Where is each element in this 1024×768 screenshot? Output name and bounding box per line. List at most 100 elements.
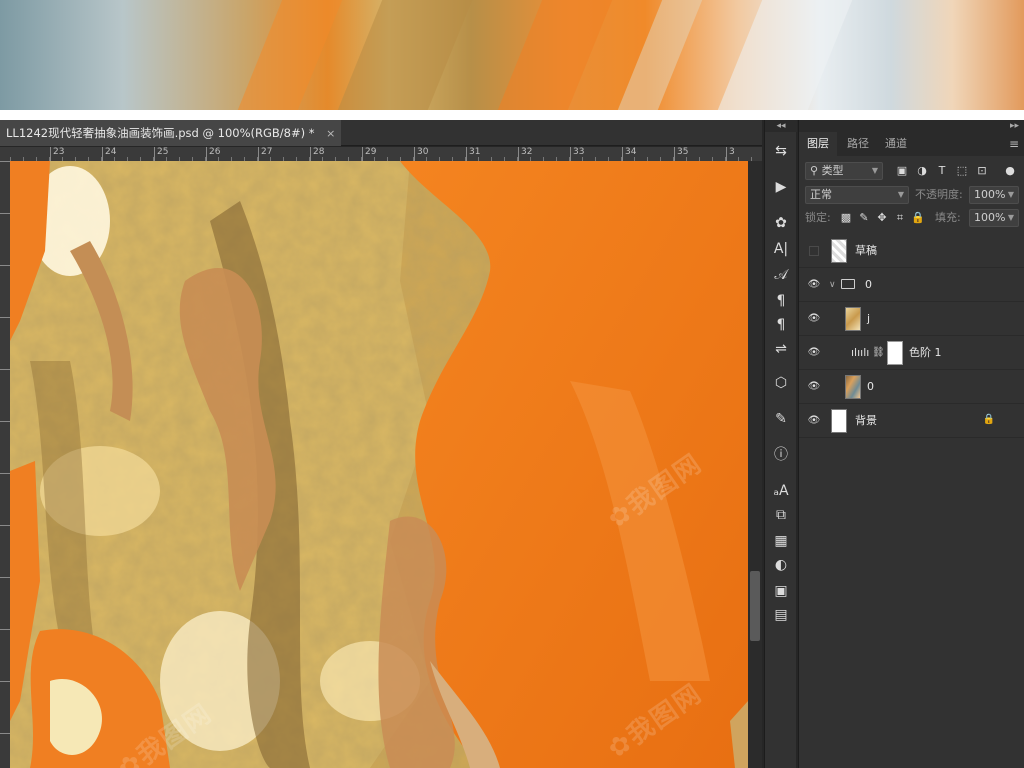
ruler-tick <box>0 733 10 734</box>
3d-icon[interactable]: ⬡ <box>769 372 793 394</box>
layer-name: 背景 <box>855 414 877 427</box>
layer-mask-thumbnail[interactable] <box>887 341 903 365</box>
glyphs-icon[interactable]: 𝒜 <box>769 264 793 286</box>
panel-icon-strip: ◂◂ ⇆ ▶ ✿ A| 𝒜 ¶ ¶ ⇌ ⬡ ✎ ⓘ ₐA ⧉ ▦ ◐ ▣ ▤ <box>764 120 797 768</box>
filter-smart-object-icon[interactable]: ⊡ <box>973 162 991 180</box>
levels-icon: ılıılı <box>851 346 870 359</box>
blend-row: 正常 ▼ 不透明度: 100% ▼ <box>803 186 1021 208</box>
layer-group-row[interactable]: 👁 ∨ 0 <box>799 268 1024 302</box>
clone-source-icon[interactable]: ⧉ <box>769 504 793 526</box>
document-tab-bar: LL1242现代轻奢抽象油画装饰画.psd @ 100%(RGB/8#) * × <box>0 120 762 146</box>
paint-streak <box>717 0 853 110</box>
layer-name: j <box>867 312 871 325</box>
blend-mode-value: 正常 <box>810 188 832 201</box>
collapse-strip-icon[interactable]: ◂◂ <box>765 120 797 132</box>
lock-artboard-icon[interactable]: ⌗ <box>891 209 909 227</box>
adjustments-icon[interactable]: ⇌ <box>769 338 793 360</box>
vertical-scrollbar[interactable] <box>748 161 762 768</box>
folder-icon <box>841 279 855 289</box>
document-canvas[interactable]: ✿我图网 ✿我图网 ✿我图网 <box>10 161 748 768</box>
chevron-down-icon: ▼ <box>897 190 904 199</box>
ruler-tick <box>0 473 10 474</box>
chain-link-icon[interactable]: ⛓ <box>872 336 885 370</box>
scrollbar-thumb[interactable] <box>750 571 760 641</box>
paragraph-icon[interactable]: ¶ <box>769 314 793 336</box>
paint-streak <box>237 0 343 110</box>
layer-row[interactable]: 👁 背景 🔒 <box>799 404 1024 438</box>
artwork-preview <box>0 0 1024 110</box>
adjustment-layer-icon[interactable]: ◐ <box>769 554 793 576</box>
chevron-down-icon: ▼ <box>1007 213 1014 222</box>
layer-filter-row: ⚲ 类型 ▼ ▣ ◑ T ⬚ ⊡ ● <box>803 162 1021 184</box>
eye-icon[interactable]: 👁 <box>807 380 821 394</box>
layer-row[interactable]: 👁 ılıılı ⛓ 色阶 1 <box>799 336 1024 370</box>
paragraph-styles-icon[interactable]: ¶ <box>769 290 793 312</box>
ruler-tick <box>0 317 10 318</box>
character-styles-icon[interactable]: ₐA <box>769 480 793 502</box>
character-icon[interactable]: A| <box>769 238 793 260</box>
filter-toggle-icon[interactable]: ● <box>1001 162 1019 180</box>
tab-channels[interactable]: 通道 <box>877 132 915 156</box>
lock-transparent-icon[interactable]: ▩ <box>837 209 855 227</box>
panel-menu-icon[interactable]: ≡ <box>1009 132 1019 156</box>
layer-thumbnail <box>831 409 847 433</box>
lock-position-icon[interactable]: ✥ <box>873 209 891 227</box>
ruler-tick <box>0 525 10 526</box>
filter-shape-icon[interactable]: ⬚ <box>953 162 971 180</box>
collapse-panel-icon[interactable]: ▸▸ <box>799 120 1024 132</box>
ruler-tick <box>0 681 10 682</box>
eye-icon[interactable]: 👁 <box>807 346 821 360</box>
filter-kind-select[interactable]: ⚲ 类型 ▼ <box>805 162 883 180</box>
tab-layers[interactable]: 图层 <box>799 132 837 156</box>
horizontal-ruler[interactable]: 23 24 25 26 27 28 29 30 31 32 33 34 35 3 <box>10 147 762 161</box>
paint-streak <box>497 0 613 110</box>
play-icon[interactable]: ▶ <box>769 176 793 198</box>
ruler-tick <box>0 577 10 578</box>
opacity-input[interactable]: 100% ▼ <box>969 186 1019 204</box>
blend-mode-select[interactable]: 正常 ▼ <box>805 186 909 204</box>
chevron-down-icon: ▼ <box>1007 190 1014 199</box>
lock-image-icon[interactable]: ✎ <box>855 209 873 227</box>
grid-icon[interactable]: ▦ <box>769 530 793 552</box>
info-icon[interactable]: ⓘ <box>769 444 793 466</box>
document-title: LL1242现代轻奢抽象油画装饰画.psd @ 100%(RGB/8#) * <box>6 126 315 140</box>
paint-streak <box>617 0 703 110</box>
filter-pixel-icon[interactable]: ▣ <box>893 162 911 180</box>
tab-paths[interactable]: 路径 <box>839 132 877 156</box>
layer-row[interactable]: 草稿 <box>799 234 1024 268</box>
vertical-ruler[interactable] <box>0 161 10 768</box>
lock-row: 锁定: ▩ ✎ ✥ ⌗ 🔒 填充: 100% ▼ <box>803 209 1021 231</box>
layer-row[interactable]: 👁 j <box>799 302 1024 336</box>
document-tab[interactable]: LL1242现代轻奢抽象油画装饰画.psd @ 100%(RGB/8#) * × <box>0 120 342 146</box>
ruler-corner[interactable] <box>0 147 10 161</box>
history-icon[interactable]: ⇆ <box>769 140 793 162</box>
visibility-toggle[interactable] <box>809 246 819 256</box>
filter-kind-value: 类型 <box>821 164 844 177</box>
opacity-value: 100% <box>974 188 1006 201</box>
ruler-label: 3 <box>726 147 735 161</box>
filter-type-icon[interactable]: T <box>933 162 951 180</box>
lock-icon: 🔒 <box>982 414 995 425</box>
ruler-tick <box>0 421 10 422</box>
ruler-tick <box>0 213 10 214</box>
ruler-tick <box>0 161 10 162</box>
ruler-tick <box>0 265 10 266</box>
layer-name: 草稿 <box>855 244 877 257</box>
close-icon[interactable]: × <box>326 127 335 140</box>
notes-icon[interactable]: ▤ <box>769 604 793 626</box>
properties-icon[interactable]: ▣ <box>769 580 793 602</box>
eye-icon[interactable]: 👁 <box>807 312 821 326</box>
lock-all-icon[interactable]: 🔒 <box>909 209 927 227</box>
filter-adjustment-icon[interactable]: ◑ <box>913 162 931 180</box>
layers-panel: ▸▸ 图层 路径 通道 ≡ ⚲ 类型 ▼ ▣ ◑ T ⬚ ⊡ ● 正常 ▼ 不透明度… <box>798 120 1024 768</box>
fill-input[interactable]: 100% ▼ <box>969 209 1019 227</box>
brush-settings-icon[interactable]: ✎ <box>769 408 793 430</box>
layer-row[interactable]: 👁 0 <box>799 370 1024 404</box>
chevron-down-icon[interactable]: ∨ <box>829 268 836 302</box>
eye-icon[interactable]: 👁 <box>807 278 821 292</box>
fill-value: 100% <box>974 211 1006 224</box>
palette-icon[interactable]: ✿ <box>769 212 793 234</box>
eye-icon[interactable]: 👁 <box>807 414 821 428</box>
layer-thumbnail <box>845 375 861 399</box>
ruler-tick <box>0 369 10 370</box>
